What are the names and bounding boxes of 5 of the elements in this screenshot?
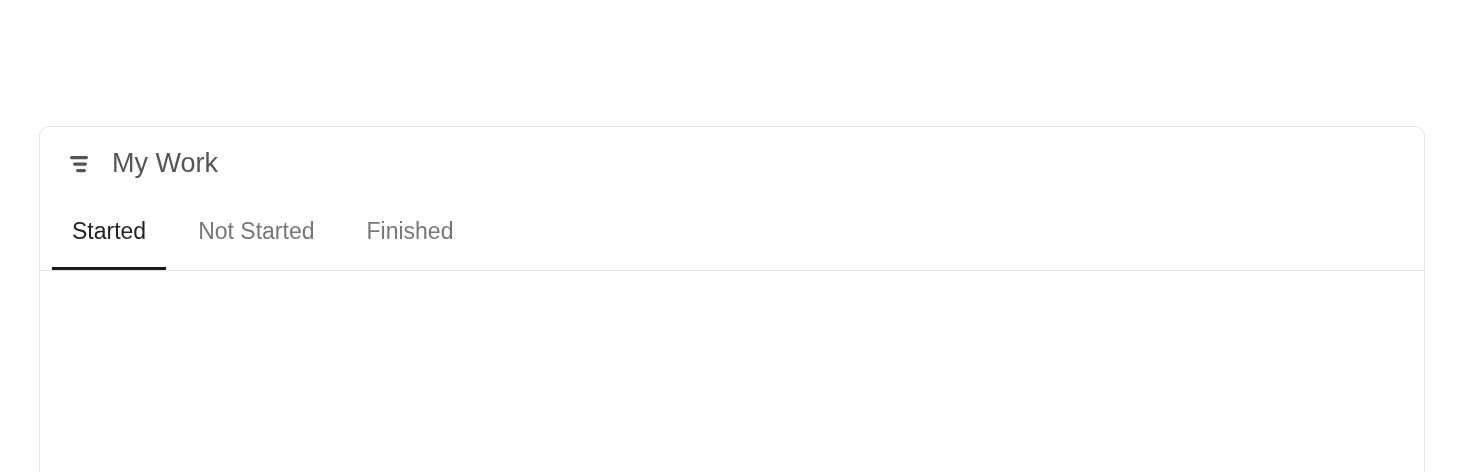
card-title: My Work [112,148,218,179]
tab[interactable]: Not Started [178,218,335,270]
list-icon [70,154,90,173]
tab[interactable]: Finished [346,218,474,270]
tab[interactable]: Started [52,218,167,270]
